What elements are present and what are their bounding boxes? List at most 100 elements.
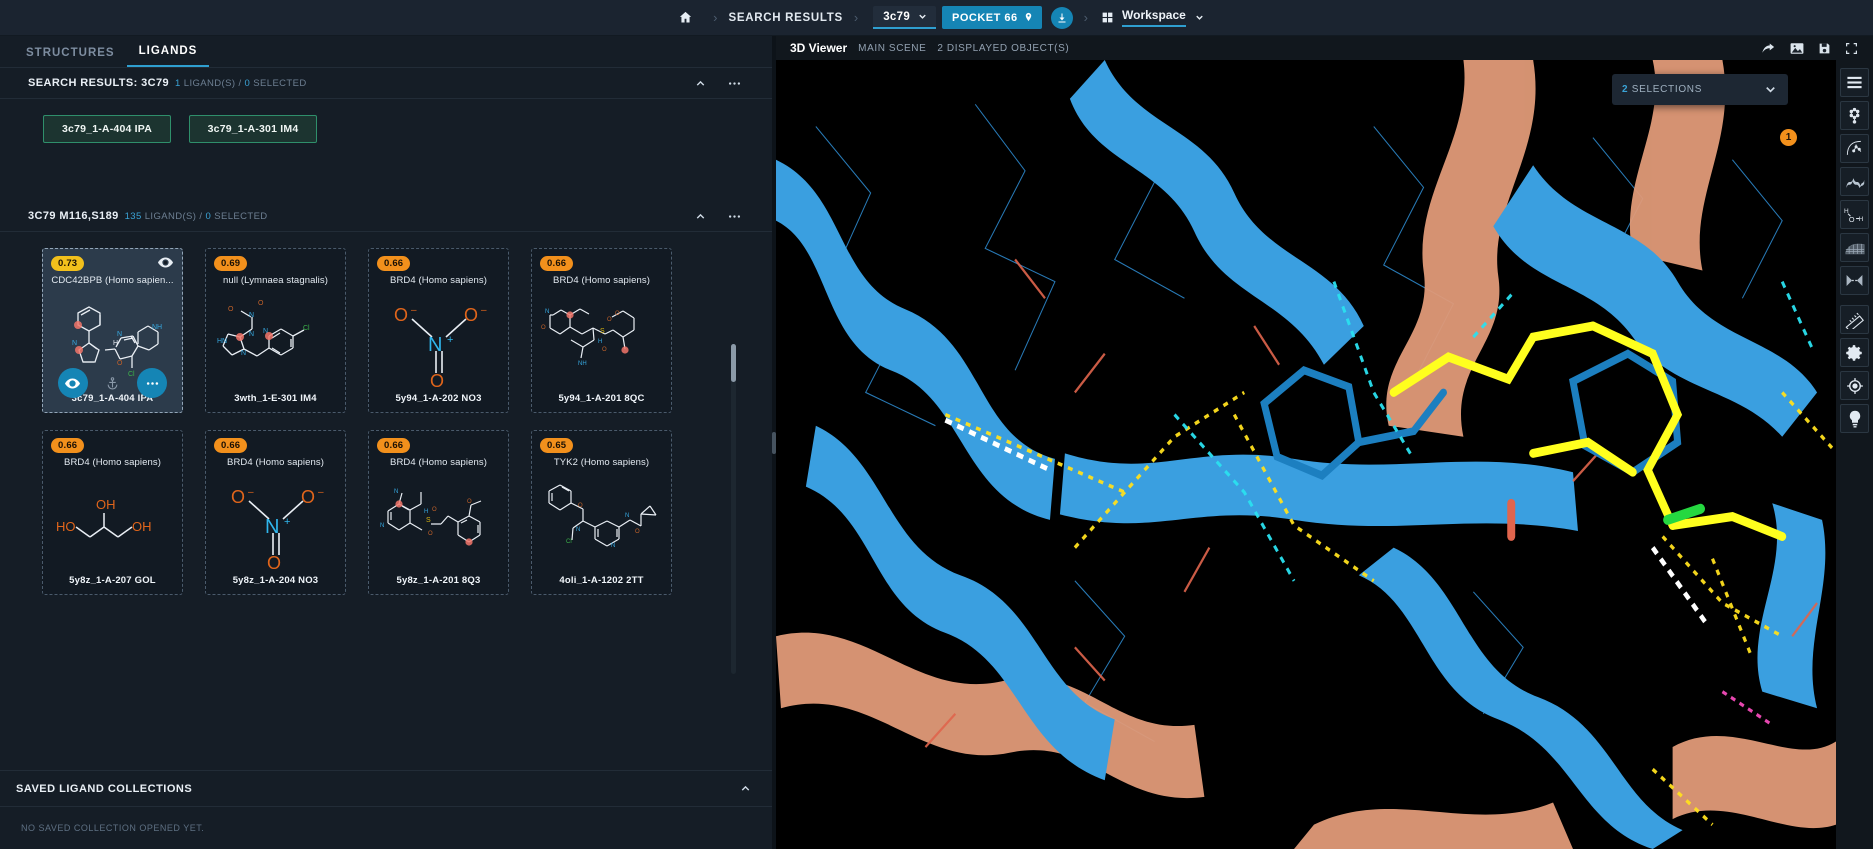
ligand-structure-image: O – O – N + O bbox=[206, 473, 345, 573]
ligand-grid-scrollbar[interactable] bbox=[731, 344, 736, 674]
bulb-icon[interactable] bbox=[1840, 404, 1869, 433]
map-pin-icon bbox=[1025, 12, 1031, 22]
ligand-score-badge: 0.69 bbox=[214, 256, 248, 271]
layers-icon[interactable] bbox=[1840, 68, 1869, 97]
ligand-card-code: 4oli_1-A-1202 2TT bbox=[559, 575, 644, 586]
chevron-up-icon bbox=[696, 213, 704, 219]
download-button[interactable] bbox=[1050, 6, 1073, 29]
search-hit-chips: 3c79_1-A-404 IPA 3c79_1-A-301 IM4 bbox=[0, 99, 772, 143]
molecular-3d-canvas[interactable]: 2 SELECTIONS 1 bbox=[776, 60, 1836, 849]
results-more-button[interactable] bbox=[726, 208, 742, 224]
ligand-card-title: TYK2 (Homo sapiens) bbox=[553, 457, 650, 468]
workspace-selector[interactable]: Workspace bbox=[1101, 8, 1205, 27]
ligand-structure-image: N O S O O H O NH bbox=[532, 291, 671, 391]
eye-icon[interactable] bbox=[158, 257, 173, 268]
search-hit-chip[interactable]: 3c79_1-A-404 IPA bbox=[43, 115, 171, 143]
ligand-card-title: BRD4 (Homo sapiens) bbox=[390, 275, 487, 286]
pocket-surface-icon[interactable] bbox=[1840, 134, 1869, 163]
breadcrumb-separator-1: › bbox=[713, 10, 718, 25]
save-icon[interactable] bbox=[1818, 42, 1831, 55]
ruler-icon[interactable] bbox=[1840, 305, 1869, 334]
reset-view-icon[interactable] bbox=[1761, 42, 1776, 55]
tab-structures[interactable]: STRUCTURES bbox=[14, 47, 127, 67]
ligand-structure-image: N N O O N HN N Cl bbox=[206, 291, 345, 391]
svg-text:N: N bbox=[380, 523, 384, 529]
breadcrumb-separator-3: › bbox=[1083, 10, 1089, 25]
search-results-collapse-button[interactable] bbox=[692, 75, 708, 91]
structure-selector[interactable]: 3c79 bbox=[873, 6, 937, 29]
ligand-more-button[interactable] bbox=[137, 368, 168, 398]
anchor-icon bbox=[107, 377, 118, 390]
svg-text:N: N bbox=[625, 513, 629, 519]
ligand-card[interactable]: 0.66 BRD4 (Homo sapiens) O – O – N + O 5… bbox=[205, 430, 346, 595]
search-results-count: 1 bbox=[175, 77, 181, 89]
results-collapse-button[interactable] bbox=[692, 208, 708, 224]
saved-collections-title: SAVED LIGAND COLLECTIONS bbox=[16, 782, 193, 795]
svg-text:O: O bbox=[578, 503, 583, 509]
saved-collections-collapse-button[interactable] bbox=[739, 782, 752, 795]
ligand-card-code: 3wth_1-E-301 IM4 bbox=[234, 393, 317, 404]
selections-count: 2 bbox=[1622, 84, 1629, 95]
home-icon[interactable] bbox=[668, 0, 702, 36]
target-icon[interactable] bbox=[1840, 371, 1869, 400]
water-icon[interactable]: H O H bbox=[1840, 200, 1869, 229]
selections-dropdown[interactable]: 2 SELECTIONS bbox=[1612, 74, 1788, 105]
ligand-structure-image: O – O – N + O bbox=[369, 291, 508, 391]
viewer-canvas-row: 2 SELECTIONS 1 H O H bbox=[776, 60, 1873, 849]
ligand-card[interactable]: 0.66 BRD4 (Homo sapiens) bbox=[368, 430, 509, 595]
more-horizontal-icon bbox=[728, 214, 740, 218]
results-actions bbox=[692, 208, 764, 224]
tab-ligands[interactable]: LIGANDS bbox=[126, 45, 210, 67]
fullscreen-icon[interactable] bbox=[1845, 42, 1858, 55]
svg-text:O: O bbox=[602, 347, 607, 353]
ligand-grid-scrollbar-thumb[interactable] bbox=[731, 344, 736, 382]
left-panel: STRUCTURES LIGANDS SEARCH RESULTS: 3C79 … bbox=[0, 36, 772, 849]
breadcrumb-search-results[interactable]: SEARCH RESULTS bbox=[729, 12, 843, 24]
ligand-structure-image: Cl O N N O N bbox=[532, 473, 671, 573]
saved-collections-header[interactable]: SAVED LIGAND COLLECTIONS bbox=[0, 771, 772, 807]
ribbon-icon[interactable] bbox=[1840, 167, 1869, 196]
svg-text:O: O bbox=[117, 360, 123, 367]
chevron-down-icon bbox=[1196, 15, 1203, 20]
ligand-show-button[interactable] bbox=[57, 368, 88, 398]
svg-text:O: O bbox=[467, 499, 472, 505]
chevron-up-icon bbox=[741, 785, 750, 791]
gear-icon[interactable] bbox=[1840, 338, 1869, 367]
ligand-card[interactable]: 0.66 BRD4 (Homo sapiens) HO OH OH 5y8z_1… bbox=[42, 430, 183, 595]
svg-text:HN: HN bbox=[217, 338, 227, 345]
svg-text:Cl: Cl bbox=[303, 325, 310, 332]
chevron-down-icon[interactable] bbox=[1763, 82, 1778, 97]
pocket-chip[interactable]: POCKET 66 bbox=[942, 6, 1042, 29]
viewer-header-actions bbox=[1761, 42, 1863, 55]
search-results-meta: 1 LIGAND(S) / 0 SELECTED bbox=[175, 78, 307, 89]
ligand-card-title: null (Lymnaea stagnalis) bbox=[222, 275, 329, 286]
svg-text:N: N bbox=[241, 350, 246, 357]
svg-text:NH: NH bbox=[578, 361, 587, 367]
ligand-score-badge: 0.73 bbox=[51, 256, 85, 271]
ligand-card-title: BRD4 (Homo sapiens) bbox=[553, 275, 650, 286]
svg-text:–: – bbox=[411, 305, 417, 316]
molecule-icon[interactable] bbox=[1840, 101, 1869, 130]
svg-text:Cl: Cl bbox=[566, 539, 572, 545]
saved-collections-empty-text: NO SAVED COLLECTION OPENED YET. bbox=[21, 823, 205, 833]
mesh-surface-icon[interactable] bbox=[1840, 233, 1869, 262]
ligand-card[interactable]: 0.69 null (Lymnaea stagnalis) N N O O N … bbox=[205, 248, 346, 413]
ligand-card[interactable]: 0.66 BRD4 (Homo sapiens) bbox=[531, 248, 672, 413]
ligand-card[interactable]: 0.65 TYK2 (Homo sapiens) Cl O N N O N 4o… bbox=[531, 430, 672, 595]
svg-text:O: O bbox=[430, 371, 444, 389]
svg-text:N: N bbox=[72, 340, 77, 347]
results-title: 3C79 M116,S189 bbox=[28, 210, 119, 222]
results-meta: 135 LIGAND(S) / 0 SELECTED bbox=[125, 211, 268, 222]
search-results-title: SEARCH RESULTS: 3C79 bbox=[28, 77, 170, 89]
chevron-down-icon bbox=[919, 14, 926, 19]
viewer-tool-sidebar: H O H bbox=[1836, 60, 1873, 849]
interaction-icon[interactable] bbox=[1840, 266, 1869, 295]
results-selected: 0 bbox=[205, 210, 212, 222]
ligand-anchor-button[interactable] bbox=[97, 368, 127, 398]
search-results-more-button[interactable] bbox=[726, 75, 742, 91]
ligand-card[interactable]: 0.66 BRD4 (Homo sapiens) O – O – N + O 5… bbox=[368, 248, 509, 413]
image-icon[interactable] bbox=[1790, 42, 1804, 55]
search-results-selected: 0 bbox=[244, 77, 251, 89]
ligand-card[interactable]: 0.73 CDC42BPB (Homo sapien... N H N NH O… bbox=[42, 248, 183, 413]
search-hit-chip[interactable]: 3c79_1-A-301 IM4 bbox=[189, 115, 317, 143]
